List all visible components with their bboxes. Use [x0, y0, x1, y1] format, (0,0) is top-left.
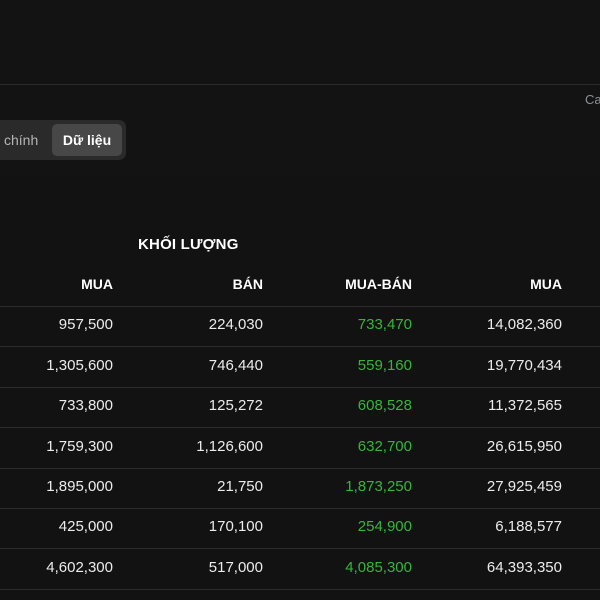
buy-volume-cell: 425,000 — [58, 518, 113, 535]
tab-du-lieu[interactable]: Dữ liệu — [52, 124, 122, 156]
tab-chinh[interactable]: chính — [0, 124, 42, 156]
top-bar — [0, 0, 600, 85]
buy-value-cell: 6,188,577 — [495, 518, 562, 535]
buy-volume-cell: 1,305,600 — [46, 357, 113, 374]
table-row[interactable]: 733,800 125,272 608,528 11,372,565 — [0, 387, 600, 428]
table-row[interactable]: 425,000 170,100 254,900 6,188,577 — [0, 508, 600, 549]
buy-volume-cell: 4,602,300 — [46, 559, 113, 576]
buy-value-cell: 14,082,360 — [486, 316, 562, 333]
buy-value-cell: 19,770,434 — [486, 357, 562, 374]
buy-volume-cell: 1,895,000 — [46, 478, 113, 495]
buy-value-cell: 11,372,565 — [488, 397, 562, 414]
table-row[interactable]: 1,305,600 746,440 559,160 19,770,434 — [0, 347, 600, 388]
net-volume-cell: 608,528 — [357, 397, 412, 414]
net-volume-cell: 1,873,250 — [345, 478, 412, 495]
buy-volume-cell: 1,759,300 — [46, 438, 113, 455]
buy-value-cell: 64,393,350 — [486, 559, 562, 576]
table-row[interactable]: 957,500 224,030 733,470 14,082,360 — [0, 306, 600, 347]
table-row[interactable]: 4,602,300 517,000 4,085,300 64,393,350 — [0, 549, 600, 590]
net-volume-cell: 733,470 — [357, 316, 412, 333]
sell-volume-cell: 125,272 — [208, 397, 263, 414]
column-header-row: MUA BÁN MUA-BÁN MUA — [0, 266, 600, 307]
sell-volume-cell: 1,126,600 — [196, 438, 263, 455]
net-volume-cell: 4,085,300 — [345, 559, 412, 576]
column-header-sell-volume[interactable]: BÁN — [233, 276, 263, 292]
buy-volume-cell: 733,800 — [58, 397, 113, 414]
table-row[interactable]: 1,759,300 1,126,600 632,700 26,615,950 — [0, 428, 600, 469]
sell-volume-cell: 517,000 — [208, 559, 263, 576]
net-volume-cell: 254,900 — [357, 518, 412, 535]
sell-volume-cell: 21,750 — [217, 478, 263, 495]
net-volume-cell: 559,160 — [357, 357, 412, 374]
buy-value-cell: 26,615,950 — [486, 438, 562, 455]
column-header-buy-volume[interactable]: MUA — [81, 276, 113, 292]
volume-group-header: KHỐI LƯỢNG — [138, 236, 239, 253]
buy-value-cell: 27,925,459 — [486, 478, 562, 495]
sell-volume-cell: 746,440 — [208, 357, 263, 374]
net-volume-cell: 632,700 — [357, 438, 412, 455]
view-segmented-control: chính Dữ liệu — [0, 120, 126, 160]
buy-volume-cell: 957,500 — [58, 316, 113, 333]
column-header-net-volume[interactable]: MUA-BÁN — [345, 276, 412, 292]
table-row[interactable]: 1,895,000 21,750 1,873,250 27,925,459 — [0, 468, 600, 509]
sell-volume-cell: 170,100 — [208, 518, 263, 535]
column-header-buy-value[interactable]: MUA — [530, 276, 562, 292]
sell-volume-cell: 224,030 — [208, 316, 263, 333]
truncated-corner-label[interactable]: Ca — [585, 92, 600, 107]
